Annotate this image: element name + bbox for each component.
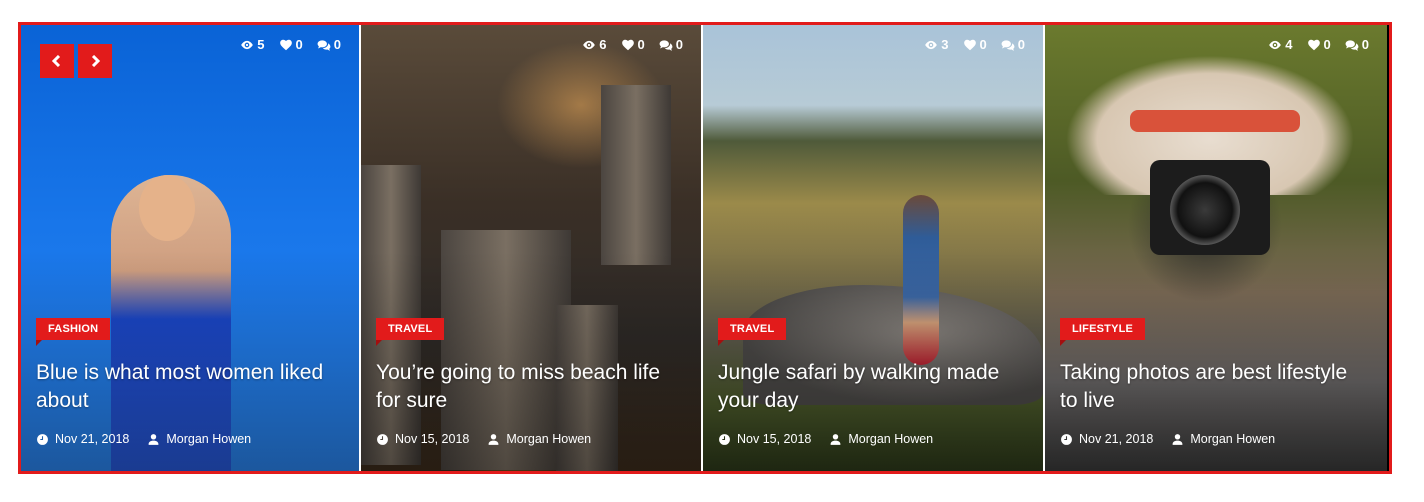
clock-icon [1061, 433, 1072, 445]
post-date: Nov 15, 2018 [718, 432, 811, 446]
views-count: 5 [257, 37, 265, 52]
chevron-right-icon [91, 55, 101, 67]
post-date: Nov 21, 2018 [1060, 432, 1153, 446]
views-count: 6 [599, 37, 607, 52]
comments-icon [1345, 39, 1359, 51]
eye-icon [583, 40, 596, 49]
post-date: Nov 21, 2018 [36, 432, 129, 446]
views-count: 3 [941, 37, 949, 52]
post-date: Nov 15, 2018 [376, 432, 469, 446]
category-badge[interactable]: LIFESTYLE [1060, 318, 1146, 346]
comments-count: 0 [333, 37, 341, 52]
clock-icon [719, 433, 730, 445]
featured-posts-slider: 5 0 0 FASHION Blue is what most women li… [18, 22, 1392, 474]
heart-icon [621, 39, 634, 50]
category-badge[interactable]: TRAVEL [718, 318, 787, 346]
post-author-name[interactable]: Morgan Howen [166, 432, 251, 446]
user-icon [488, 433, 499, 445]
post-card-3[interactable]: 3 0 0 TRAVEL Jungle safari by walking ma… [701, 25, 1043, 471]
post-stats: 3 0 0 [924, 37, 1025, 52]
category-badge[interactable]: TRAVEL [376, 318, 445, 346]
likes-count: 0 [1323, 37, 1331, 52]
comments-count: 0 [1361, 37, 1369, 52]
comments-stat[interactable]: 0 [317, 37, 341, 52]
slider-navigation [40, 44, 112, 78]
eye-icon [241, 40, 254, 49]
slides-track: 5 0 0 FASHION Blue is what most women li… [21, 25, 1389, 471]
comments-icon [659, 39, 673, 51]
comments-count: 0 [1017, 37, 1025, 52]
chevron-left-icon [51, 55, 61, 67]
comments-stat[interactable]: 0 [659, 37, 683, 52]
post-date-text: Nov 15, 2018 [395, 432, 470, 446]
heart-icon [279, 39, 292, 50]
post-date-text: Nov 21, 2018 [55, 432, 130, 446]
views-count: 4 [1285, 37, 1293, 52]
post-date-text: Nov 15, 2018 [737, 432, 812, 446]
category-badge[interactable]: FASHION [36, 318, 111, 346]
post-title[interactable]: Blue is what most women liked about [36, 359, 346, 415]
likes-count: 0 [979, 37, 987, 52]
post-author-name[interactable]: Morgan Howen [506, 432, 591, 446]
slider-prev-button[interactable] [40, 44, 74, 78]
likes-stat[interactable]: 0 [279, 37, 303, 52]
eye-icon [1269, 40, 1282, 49]
camera-lens-shape [1170, 175, 1240, 245]
clock-icon [377, 433, 388, 445]
post-meta: Nov 15, 2018 Morgan Howen [376, 432, 591, 446]
woman-head [139, 175, 195, 241]
post-author-name[interactable]: Morgan Howen [1190, 432, 1275, 446]
post-title[interactable]: Jungle safari by walking made your day [718, 359, 1028, 415]
post-author-name[interactable]: Morgan Howen [848, 432, 933, 446]
post-meta: Nov 21, 2018 Morgan Howen [36, 432, 251, 446]
post-stats: 5 0 0 [240, 37, 341, 52]
post-stats: 4 0 0 [1268, 37, 1369, 52]
likes-count: 0 [637, 37, 645, 52]
post-stats: 6 0 0 [582, 37, 683, 52]
comments-stat[interactable]: 0 [1001, 37, 1025, 52]
views-stat: 4 [1268, 37, 1293, 52]
post-meta: Nov 21, 2018 Morgan Howen [1060, 432, 1275, 446]
post-meta: Nov 15, 2018 Morgan Howen [718, 432, 933, 446]
user-icon [148, 433, 159, 445]
slider-next-button[interactable] [78, 44, 112, 78]
post-author[interactable]: Morgan Howen [147, 432, 251, 446]
comments-icon [317, 39, 331, 51]
post-author[interactable]: Morgan Howen [1171, 432, 1275, 446]
post-title[interactable]: Taking photos are best lifestyle to live [1060, 359, 1370, 415]
post-card-1[interactable]: 5 0 0 FASHION Blue is what most women li… [21, 25, 359, 471]
likes-count: 0 [295, 37, 303, 52]
eye-icon [925, 40, 938, 49]
comments-count: 0 [675, 37, 683, 52]
post-card-4[interactable]: 4 0 0 LIFESTYLE Taking photos are best l… [1043, 25, 1387, 471]
likes-stat[interactable]: 0 [1307, 37, 1331, 52]
hat-band-shape [1130, 110, 1300, 132]
views-stat: 3 [924, 37, 949, 52]
likes-stat[interactable]: 0 [621, 37, 645, 52]
user-icon [830, 433, 841, 445]
likes-stat[interactable]: 0 [963, 37, 987, 52]
comments-icon [1001, 39, 1015, 51]
heart-icon [963, 39, 976, 50]
post-author[interactable]: Morgan Howen [829, 432, 933, 446]
building-shape [601, 85, 671, 265]
clock-icon [37, 433, 48, 445]
post-author[interactable]: Morgan Howen [487, 432, 591, 446]
comments-stat[interactable]: 0 [1345, 37, 1369, 52]
post-title[interactable]: You’re going to miss beach life for sure [376, 359, 686, 415]
post-card-2[interactable]: 6 0 0 TRAVEL You’re going to miss beach … [359, 25, 701, 471]
post-date-text: Nov 21, 2018 [1079, 432, 1154, 446]
heart-icon [1307, 39, 1320, 50]
user-icon [1172, 433, 1183, 445]
views-stat: 5 [240, 37, 265, 52]
views-stat: 6 [582, 37, 607, 52]
